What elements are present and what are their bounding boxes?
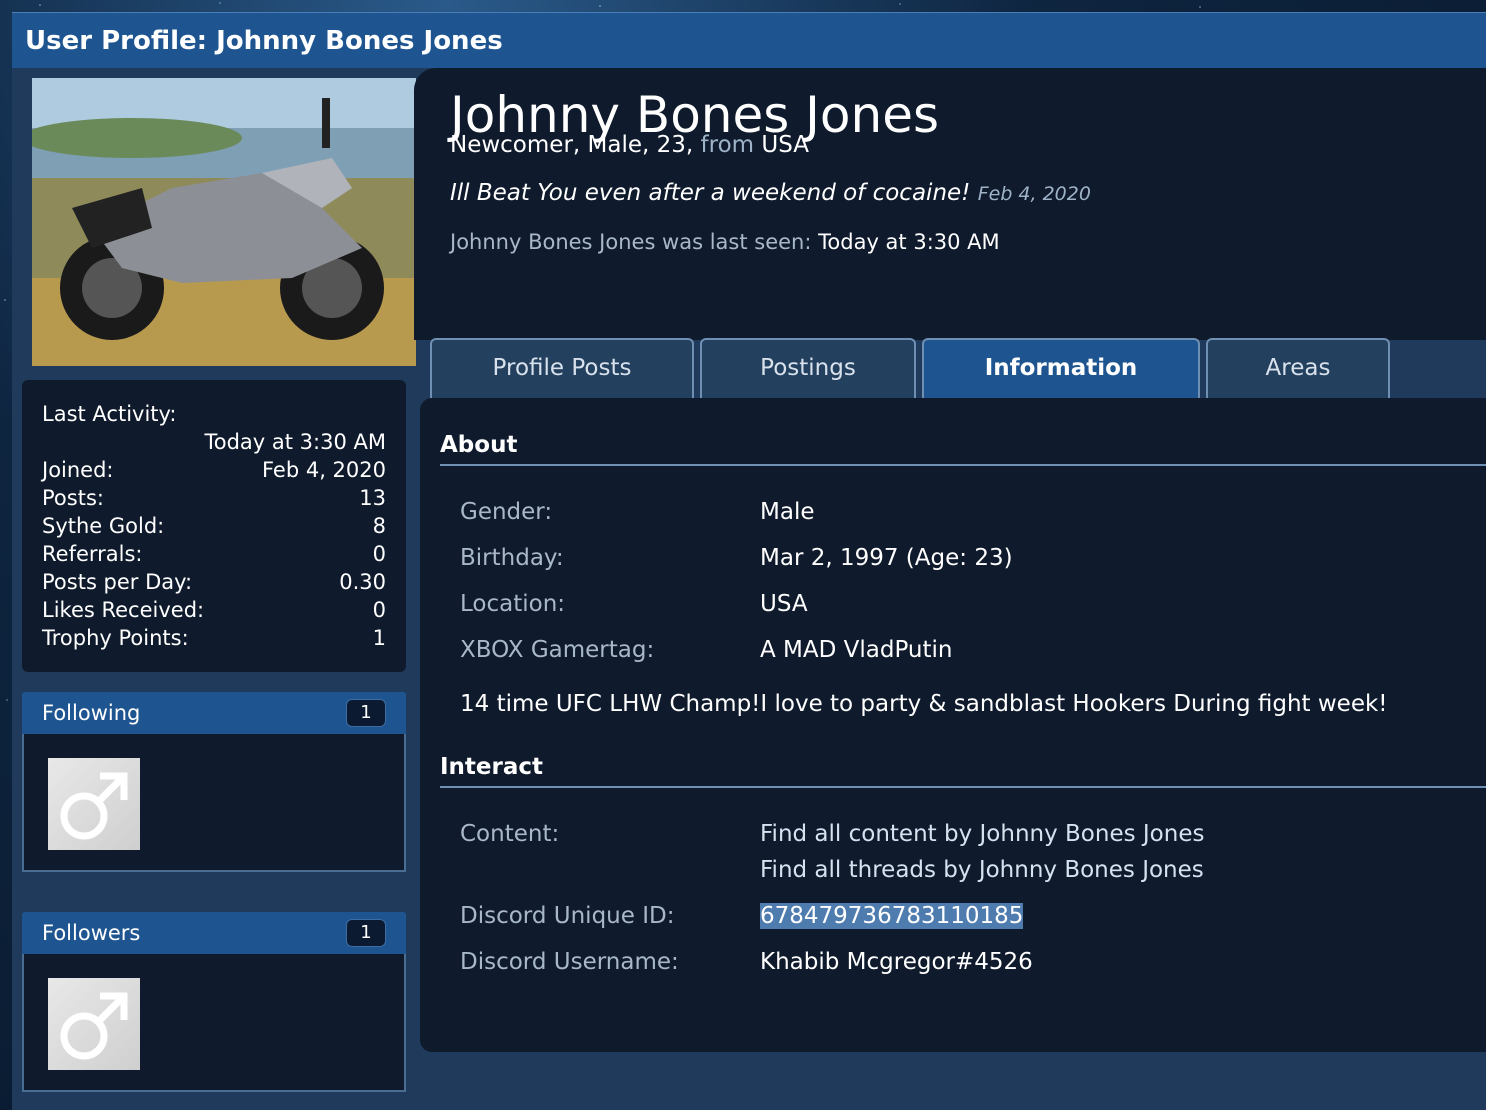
following-header: Following 1 bbox=[22, 692, 406, 734]
xbox-gamertag-label: XBOX Gamertag: bbox=[460, 637, 655, 663]
stat-joined: Joined: Feb 4, 2020 bbox=[42, 456, 386, 484]
information-content-panel: About Gender: Male Birthday: Mar 2, 1997… bbox=[420, 398, 1486, 1052]
discord-username-label: Discord Username: bbox=[460, 949, 679, 975]
follower-user-avatar[interactable] bbox=[48, 978, 140, 1070]
last-seen: Johnny Bones Jones was last seen: Today … bbox=[450, 230, 1000, 254]
gender-label: Gender: bbox=[460, 499, 553, 525]
about-section-title: About bbox=[440, 432, 518, 458]
user-stats-panel: Last Activity: Today at 3:30 AM Joined: … bbox=[22, 380, 406, 672]
tab-areas[interactable]: Areas bbox=[1206, 338, 1390, 398]
xbox-gamertag-value: A MAD VladPutin bbox=[760, 637, 953, 663]
stat-label: Posts: bbox=[42, 486, 104, 510]
profile-status: Ill Beat You even after a weekend of coc… bbox=[450, 180, 1091, 206]
stat-label: Last Activity: bbox=[42, 402, 177, 426]
stat-label: Joined: bbox=[42, 458, 114, 482]
discord-username-value: Khabib Mcgregor#4526 bbox=[760, 949, 1033, 975]
following-count-badge[interactable]: 1 bbox=[346, 699, 386, 727]
location-value[interactable]: USA bbox=[760, 591, 808, 617]
stat-label: Posts per Day: bbox=[42, 570, 193, 594]
profile-meta: Newcomer, Male, 23, from USA bbox=[450, 132, 809, 158]
stat-likes-received: Likes Received: 0 bbox=[42, 596, 386, 624]
followers-list bbox=[22, 954, 406, 1092]
stat-label: Trophy Points: bbox=[42, 626, 189, 650]
stat-last-activity: Last Activity: Today at 3:30 AM bbox=[42, 400, 386, 456]
male-symbol-icon bbox=[60, 772, 128, 840]
profile-header-panel: Johnny Bones Jones Newcomer, Male, 23, f… bbox=[414, 68, 1486, 340]
status-text: Ill Beat You even after a weekend of coc… bbox=[450, 180, 971, 206]
stat-value: 0 bbox=[372, 542, 386, 566]
meta-title-gender-age: Newcomer, Male, 23, bbox=[450, 132, 694, 158]
stat-trophy-points[interactable]: Trophy Points: 1 bbox=[42, 624, 386, 652]
content-label: Content: bbox=[460, 821, 560, 847]
meta-from: from bbox=[700, 132, 755, 158]
stat-value: 8 bbox=[372, 514, 386, 538]
find-all-content-link[interactable]: Find all content by Johnny Bones Jones bbox=[760, 821, 1204, 847]
stat-posts-per-day: Posts per Day: 0.30 bbox=[42, 568, 386, 596]
find-all-threads-link[interactable]: Find all threads by Johnny Bones Jones bbox=[760, 857, 1204, 883]
tab-profile-posts[interactable]: Profile Posts bbox=[430, 338, 694, 398]
tab-postings[interactable]: Postings bbox=[700, 338, 916, 398]
discord-id-value[interactable]: 678479736783110185 bbox=[760, 903, 1024, 929]
about-divider bbox=[440, 464, 1486, 466]
stat-value: 0.30 bbox=[339, 570, 386, 594]
interact-divider bbox=[440, 786, 1486, 788]
stat-value: 0 bbox=[372, 598, 386, 622]
followers-count-badge[interactable]: 1 bbox=[346, 919, 386, 947]
last-seen-label: Johnny Bones Jones was last seen: bbox=[450, 230, 812, 254]
birthday-value: Mar 2, 1997 (Age: 23) bbox=[760, 545, 1013, 571]
stat-value[interactable]: 1 bbox=[373, 624, 386, 652]
stat-value[interactable]: 13 bbox=[359, 484, 386, 512]
stat-label: Likes Received: bbox=[42, 598, 205, 622]
following-user-avatar[interactable] bbox=[48, 758, 140, 850]
stat-value: Today at 3:30 AM bbox=[204, 430, 386, 454]
stat-sythe-gold: Sythe Gold: 8 bbox=[42, 512, 386, 540]
followers-header: Followers 1 bbox=[22, 912, 406, 954]
discord-id-label: Discord Unique ID: bbox=[460, 903, 675, 929]
stat-label: Referrals: bbox=[42, 542, 143, 566]
male-symbol-icon bbox=[60, 992, 128, 1060]
stat-posts[interactable]: Posts: 13 bbox=[42, 484, 386, 512]
interact-section-title: Interact bbox=[440, 754, 544, 780]
birthday-label: Birthday: bbox=[460, 545, 564, 571]
meta-location-link[interactable]: USA bbox=[761, 132, 809, 158]
last-seen-time: Today at 3:30 AM bbox=[818, 230, 1000, 254]
status-date[interactable]: Feb 4, 2020 bbox=[978, 183, 1091, 205]
stat-referrals: Referrals: 0 bbox=[42, 540, 386, 568]
profile-bio: 14 time UFC LHW Champ!I love to party & … bbox=[460, 691, 1388, 717]
motorcycle-photo-icon bbox=[32, 78, 416, 366]
stat-label: Sythe Gold: bbox=[42, 514, 165, 538]
followers-label: Followers bbox=[42, 921, 141, 945]
location-label: Location: bbox=[460, 591, 566, 617]
page-title-bar: User Profile: Johnny Bones Jones bbox=[12, 12, 1486, 68]
following-list bbox=[22, 734, 406, 872]
following-label: Following bbox=[42, 701, 141, 725]
stat-value: Feb 4, 2020 bbox=[261, 458, 386, 482]
gender-value: Male bbox=[760, 499, 815, 525]
profile-avatar-photo[interactable] bbox=[32, 78, 416, 366]
tab-information[interactable]: Information bbox=[922, 338, 1200, 398]
profile-page: User Profile: Johnny Bones Jones Last Ac… bbox=[12, 12, 1486, 1110]
